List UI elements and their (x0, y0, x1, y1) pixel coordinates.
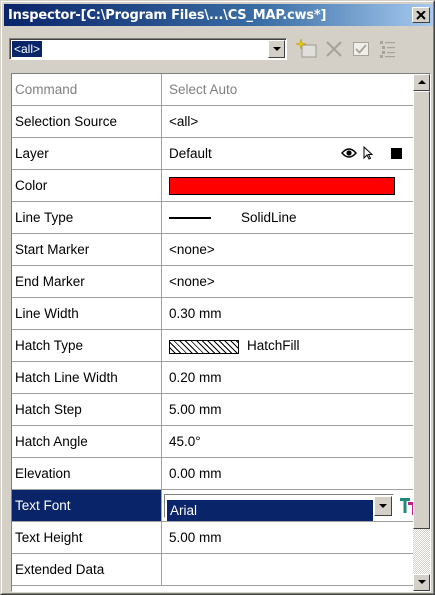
property-value: 45.0° (169, 434, 201, 449)
property-grid: Command Select Auto Selection Source <al… (11, 73, 431, 592)
property-name: Start Marker (12, 234, 162, 265)
property-row-text-height[interactable]: Text Height 5.00 mm (12, 522, 413, 554)
property-name: Hatch Step (12, 394, 162, 425)
close-icon (416, 10, 426, 20)
property-value: Select Auto (169, 82, 238, 97)
property-row-elevation[interactable]: Elevation 0.00 mm (12, 458, 413, 490)
property-name: Text Font (12, 490, 162, 521)
property-name: Layer (12, 138, 162, 169)
hatch-sample (169, 340, 239, 354)
property-name: Line Width (12, 298, 162, 329)
property-value: 5.00 mm (169, 402, 222, 417)
pointer-icon[interactable] (363, 146, 373, 160)
property-name: Hatch Line Width (12, 362, 162, 393)
property-row-start-marker[interactable]: Start Marker <none> (12, 234, 413, 266)
property-value: <none> (169, 274, 215, 289)
font-dialog-button[interactable] (399, 496, 413, 516)
property-name: Line Type (12, 202, 162, 233)
property-name: Hatch Type (12, 330, 162, 361)
sparkle-new-icon (296, 39, 317, 58)
new-object-button[interactable] (294, 37, 320, 61)
property-value: <all> (169, 114, 199, 129)
property-value (163, 554, 413, 585)
property-value: SolidLine (241, 210, 297, 225)
property-value-cell: HatchFill (163, 330, 413, 361)
property-row-text-font[interactable]: Text Font Arial (12, 490, 413, 522)
property-value-cell: Arial (163, 490, 413, 521)
title-bar[interactable]: Inspector-[C:\Program Files\...\CS_MAP.c… (4, 4, 433, 26)
property-value: HatchFill (247, 338, 300, 353)
close-button[interactable] (412, 7, 430, 23)
property-name: Selection Source (12, 106, 162, 137)
property-name: End Marker (12, 266, 162, 297)
property-row-hatch-step[interactable]: Hatch Step 5.00 mm (12, 394, 413, 426)
property-row-layer[interactable]: Layer Default (12, 138, 413, 170)
selection-source-dropdown-button[interactable] (268, 40, 285, 58)
apply-button[interactable] (348, 37, 374, 61)
text-font-value: Arial (167, 500, 373, 521)
delete-button[interactable] (321, 37, 347, 61)
property-value-cell: Default (163, 138, 413, 169)
inspector-window: Inspector-[C:\Program Files\...\CS_MAP.c… (0, 0, 435, 595)
property-row-selection-source[interactable]: Selection Source <all> (12, 106, 413, 138)
scrollbar-thumb[interactable] (413, 91, 430, 529)
property-value-cell (163, 170, 413, 201)
layer-icons (333, 138, 413, 169)
chevron-down-icon (417, 580, 426, 584)
font-tt-icon (400, 498, 413, 515)
color-swatch[interactable] (169, 177, 395, 195)
checkbox-icon (353, 42, 369, 56)
property-grid-rows: Command Select Auto Selection Source <al… (12, 74, 413, 591)
line-type-sample (169, 217, 211, 219)
property-row-line-width[interactable]: Line Width 0.30 mm (12, 298, 413, 330)
chevron-down-icon (272, 46, 281, 51)
list-button[interactable] (375, 37, 401, 61)
property-value: 0.30 mm (169, 306, 222, 321)
list-icon (380, 41, 395, 58)
property-row-line-type[interactable]: Line Type SolidLine (12, 202, 413, 234)
window-frame: Inspector-[C:\Program Files\...\CS_MAP.c… (1, 1, 434, 594)
vertical-scrollbar[interactable] (413, 74, 430, 591)
property-name: Hatch Angle (12, 426, 162, 457)
property-value: Default (169, 146, 212, 161)
chevron-up-icon (417, 80, 426, 84)
property-row-end-marker[interactable]: End Marker <none> (12, 266, 413, 298)
property-row-extended-data[interactable]: Extended Data (12, 554, 413, 586)
selection-source-value: <all> (12, 41, 43, 57)
property-value: <none> (169, 242, 215, 257)
property-value: 5.00 mm (169, 530, 222, 545)
property-name: Color (12, 170, 162, 201)
property-row-color[interactable]: Color (12, 170, 413, 202)
property-value: 0.20 mm (169, 370, 222, 385)
property-value-cell: SolidLine (163, 202, 413, 233)
toolbar: <all> (4, 28, 433, 68)
scroll-down-button[interactable] (413, 574, 430, 591)
window-title: Inspector-[C:\Program Files\...\CS_MAP.c… (8, 7, 327, 23)
x-icon (326, 41, 342, 57)
text-font-combobox[interactable]: Arial (164, 494, 394, 521)
chevron-down-icon (379, 503, 387, 508)
property-row-command[interactable]: Command Select Auto (12, 74, 413, 106)
property-name: Extended Data (12, 554, 162, 585)
scroll-up-button[interactable] (413, 74, 430, 91)
property-name: Elevation (12, 458, 162, 489)
property-row-hatch-line-width[interactable]: Hatch Line Width 0.20 mm (12, 362, 413, 394)
property-row-hatch-angle[interactable]: Hatch Angle 45.0° (12, 426, 413, 458)
property-value: 0.00 mm (169, 466, 222, 481)
black-square-icon[interactable] (391, 148, 402, 159)
property-name: Text Height (12, 522, 162, 553)
eye-icon[interactable] (341, 147, 357, 159)
selection-source-combobox[interactable]: <all> (9, 38, 287, 60)
text-font-dropdown-button[interactable] (374, 496, 392, 516)
property-name: Command (12, 74, 162, 105)
property-row-hatch-type[interactable]: Hatch Type HatchFill (12, 330, 413, 362)
